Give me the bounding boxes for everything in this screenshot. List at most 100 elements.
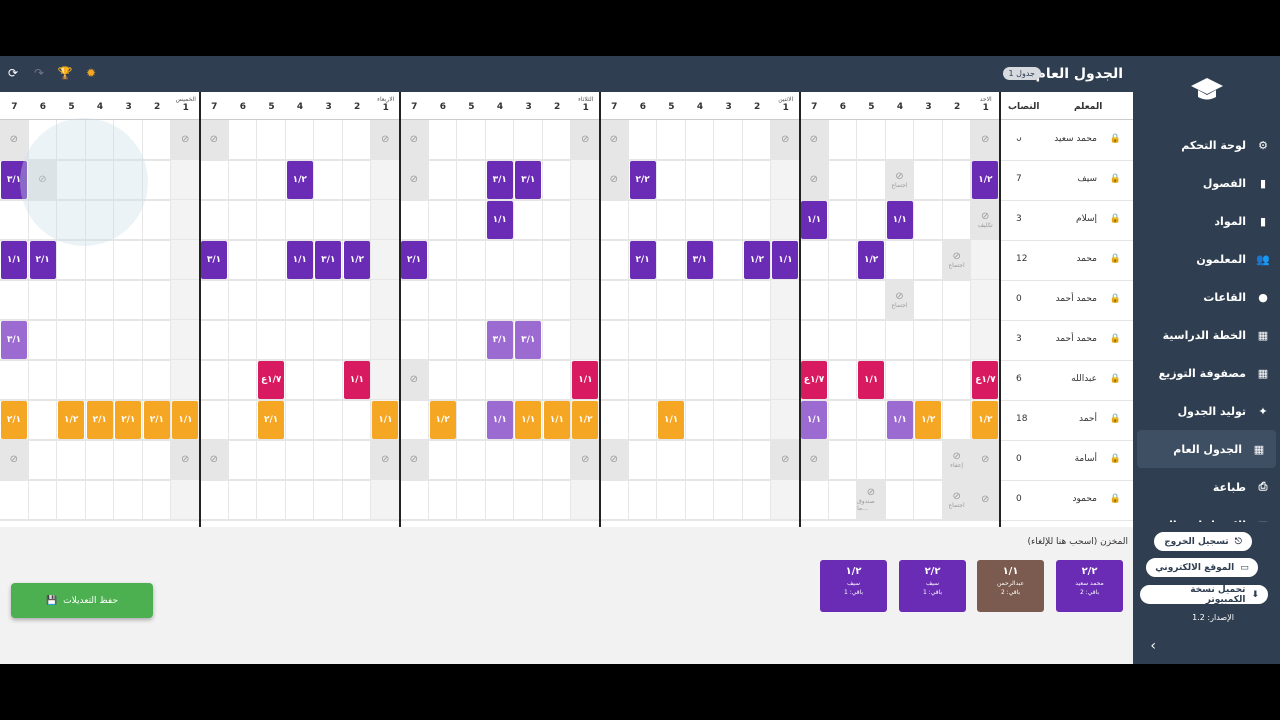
schedule-cell[interactable] — [628, 400, 658, 440]
schedule-cell[interactable] — [571, 280, 600, 320]
schedule-cell[interactable] — [971, 280, 1000, 320]
schedule-cell[interactable] — [685, 360, 715, 400]
website-button[interactable]: ▭ الموقع الالكتروني — [1146, 558, 1258, 577]
schedule-cell[interactable]: ٣/١ — [685, 240, 715, 280]
schedule-cell[interactable] — [285, 200, 315, 240]
store-card[interactable]: ٢/٢ محمد سعيد باقي: 2 — [1056, 560, 1123, 612]
schedule-cell[interactable] — [542, 120, 572, 160]
schedule-cell[interactable] — [771, 400, 800, 440]
schedule-cell[interactable] — [457, 320, 486, 360]
schedule-cell[interactable] — [57, 440, 86, 480]
trophy-icon[interactable]: 🏆 — [58, 66, 73, 80]
lock-icon[interactable]: 🔒 — [1110, 414, 1121, 424]
schedule-cell[interactable] — [171, 360, 201, 400]
schedule-cell[interactable] — [371, 200, 401, 240]
schedule-cell[interactable] — [800, 240, 829, 280]
schedule-cell[interactable] — [828, 120, 858, 160]
schedule-cell[interactable] — [800, 280, 829, 320]
lesson-chip[interactable]: ١/١ — [858, 361, 885, 399]
schedule-cell[interactable]: ١/٧ع — [257, 360, 286, 400]
sidebar-item-1[interactable]: ▮ الفصول — [1133, 164, 1280, 202]
schedule-cell[interactable] — [228, 200, 258, 240]
schedule-cell[interactable]: ١/١ — [0, 240, 29, 280]
schedule-cell[interactable] — [457, 400, 486, 440]
schedule-cell[interactable]: ⊘ — [0, 120, 29, 160]
schedule-cell[interactable] — [542, 320, 572, 360]
lesson-chip[interactable]: ١/١ — [801, 201, 827, 239]
schedule-cell[interactable]: ٣/١ — [200, 240, 229, 280]
schedule-cell[interactable] — [571, 240, 600, 280]
schedule-cell[interactable] — [228, 320, 258, 360]
schedule-cell[interactable]: ٢/١ — [28, 240, 58, 280]
schedule-cell[interactable] — [228, 280, 258, 320]
schedule-cell[interactable] — [742, 480, 772, 520]
schedule-cell[interactable] — [342, 480, 372, 520]
schedule-cell[interactable]: ٢/٢ — [628, 160, 658, 200]
schedule-cell[interactable] — [600, 360, 629, 400]
lesson-chip[interactable]: ٢/١ — [1, 401, 28, 439]
lock-icon[interactable]: 🔒 — [1110, 454, 1121, 464]
schedule-cell[interactable] — [828, 320, 858, 360]
schedule-cell[interactable]: ١/١ — [171, 400, 201, 440]
lesson-chip[interactable]: ١/٢ — [343, 241, 370, 279]
schedule-cell[interactable] — [714, 360, 743, 400]
schedule-cell[interactable] — [371, 320, 401, 360]
lesson-chip[interactable]: ١/٢ — [972, 161, 999, 199]
schedule-cell[interactable] — [942, 280, 972, 320]
schedule-cell[interactable] — [828, 400, 858, 440]
schedule-cell[interactable] — [542, 200, 572, 240]
sidebar-item-4[interactable]: ● القاعات — [1133, 278, 1280, 316]
schedule-cell[interactable] — [914, 440, 943, 480]
schedule-cell[interactable] — [685, 200, 715, 240]
schedule-cell[interactable] — [657, 360, 686, 400]
schedule-cell[interactable] — [857, 160, 886, 200]
schedule-cell[interactable] — [28, 360, 58, 400]
schedule-cell[interactable] — [914, 480, 943, 520]
schedule-cell[interactable] — [342, 200, 372, 240]
schedule-cell[interactable]: ⊘ — [800, 440, 829, 480]
schedule-cell[interactable] — [971, 320, 1000, 360]
schedule-cell[interactable] — [828, 480, 858, 520]
schedule-cell[interactable] — [142, 320, 172, 360]
schedule-cell[interactable] — [457, 440, 486, 480]
lock-icon[interactable]: 🔒 — [1110, 174, 1121, 184]
schedule-cell[interactable]: ١/١ — [342, 360, 372, 400]
schedule-cell[interactable] — [400, 320, 429, 360]
lesson-chip[interactable]: ١/٧ع — [972, 361, 999, 399]
schedule-cell[interactable] — [742, 360, 772, 400]
schedule-cell[interactable] — [85, 360, 115, 400]
schedule-cell[interactable] — [142, 200, 172, 240]
schedule-cell[interactable]: ١/١ — [285, 240, 315, 280]
schedule-cell[interactable] — [114, 320, 143, 360]
schedule-cell[interactable] — [485, 120, 515, 160]
schedule-cell[interactable] — [200, 200, 229, 240]
schedule-cell[interactable] — [257, 120, 286, 160]
save-changes-button[interactable]: حفظ التعديلات 💾 — [11, 583, 153, 618]
schedule-cell[interactable] — [885, 120, 915, 160]
schedule-cell[interactable] — [857, 440, 886, 480]
schedule-cell[interactable] — [57, 240, 86, 280]
schedule-cell[interactable]: ⊘ — [600, 160, 629, 200]
schedule-cell[interactable] — [914, 320, 943, 360]
schedule-cell[interactable]: ١/١ — [885, 400, 915, 440]
schedule-cell[interactable] — [0, 280, 29, 320]
schedule-cell[interactable]: ٢/١ — [400, 240, 429, 280]
schedule-cell[interactable] — [885, 360, 915, 400]
schedule-cell[interactable] — [114, 440, 143, 480]
lesson-chip[interactable]: ٢/١ — [29, 241, 56, 279]
schedule-cell[interactable]: ⊘ — [600, 440, 629, 480]
schedule-cell[interactable] — [657, 280, 686, 320]
schedule-cell[interactable] — [114, 360, 143, 400]
schedule-cell[interactable] — [114, 480, 143, 520]
lesson-chip[interactable]: ١/٧ع — [801, 361, 827, 399]
schedule-cell[interactable] — [142, 480, 172, 520]
schedule-cell[interactable] — [628, 440, 658, 480]
schedule-cell[interactable] — [57, 480, 86, 520]
schedule-cell[interactable] — [314, 440, 343, 480]
schedule-cell[interactable]: ⊘ — [571, 440, 600, 480]
schedule-cell[interactable] — [914, 200, 943, 240]
schedule-cell[interactable] — [685, 440, 715, 480]
schedule-cell[interactable] — [457, 200, 486, 240]
download-button[interactable]: ⬇ تحميل نسخة الكمبيوتر — [1140, 585, 1268, 605]
sidebar-item-10[interactable]: ▦ الاحصائيات والنسخ — [1133, 506, 1280, 523]
